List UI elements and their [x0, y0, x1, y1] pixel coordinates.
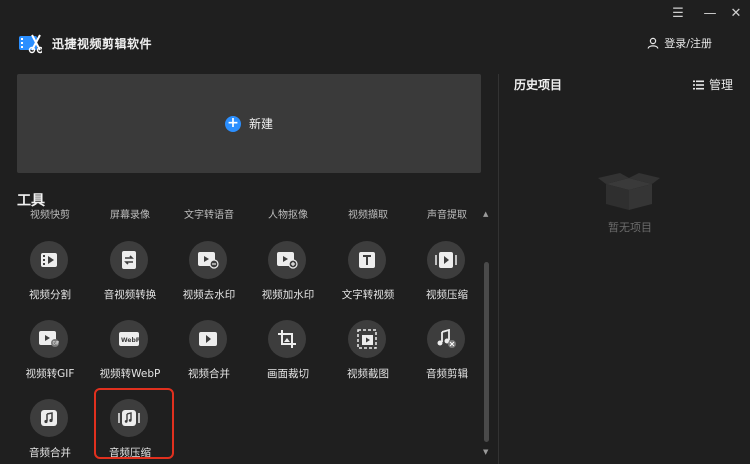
tool-label: 视频分割 — [29, 289, 71, 301]
scroll-up-icon[interactable]: ▲ — [483, 210, 488, 218]
tools-scrollbar[interactable]: ▲ ▼ — [483, 210, 491, 456]
tool-add-watermark[interactable]: 视频加水印 — [248, 241, 328, 321]
login-button[interactable]: 登录/注册 — [647, 35, 712, 51]
empty-text: 暂无项目 — [608, 221, 652, 234]
tool-audio-cut[interactable]: 音频剪辑 — [407, 320, 482, 400]
empty-box-icon — [598, 173, 660, 210]
tool-text-to-video[interactable]: 文字转视频 — [328, 241, 408, 321]
film-split-icon — [30, 241, 68, 279]
screenshot-icon — [348, 320, 386, 358]
title-bar: ☰ — ✕ 迅捷视频剪辑软件 登录/注册 — [0, 0, 750, 70]
tool-crop[interactable]: 画面裁切 — [248, 320, 328, 400]
tool-peek-label[interactable]: 视频擷取 — [328, 206, 408, 221]
tool-video-to-gif[interactable]: GIF 视频转GIF — [10, 320, 90, 400]
app-title: 迅捷视频剪辑软件 — [52, 37, 153, 51]
minimize-icon[interactable]: — — [700, 4, 720, 24]
add-watermark-icon — [268, 241, 306, 279]
app-logo-icon — [19, 34, 42, 54]
scroll-thumb[interactable] — [484, 262, 489, 442]
remove-watermark-icon — [189, 241, 227, 279]
crop-icon — [268, 320, 306, 358]
tool-peek-label[interactable]: 人物抠像 — [248, 206, 328, 221]
tool-audio-merge[interactable]: 音频合并 — [10, 399, 90, 464]
tool-label: 音频剪辑 — [426, 368, 468, 380]
new-project-button[interactable]: + 新建 — [17, 74, 481, 173]
login-label: 登录/注册 — [664, 37, 712, 50]
svg-text:WebP: WebP — [121, 337, 140, 344]
plus-icon: + — [224, 115, 241, 132]
manage-label: 管理 — [708, 78, 733, 92]
list-icon — [692, 80, 704, 89]
convert-icon — [110, 241, 148, 279]
tool-video-merge[interactable]: 视频合并 — [169, 320, 249, 400]
tool-remove-watermark[interactable]: 视频去水印 — [169, 241, 249, 321]
tool-peek-label[interactable]: 声音提取 — [407, 206, 482, 221]
tool-video-compress[interactable]: 视频压缩 — [407, 241, 482, 321]
close-icon[interactable]: ✕ — [726, 4, 746, 24]
user-icon — [647, 37, 659, 49]
tools-peek-row: 视频快剪 屏幕录像 文字转语音 人物抠像 视频擷取 声音提取 — [0, 206, 482, 221]
tools-grid: 视频快剪 屏幕录像 文字转语音 人物抠像 视频擷取 声音提取 视频分割 音视频转… — [0, 203, 482, 464]
scroll-down-icon[interactable]: ▼ — [483, 448, 488, 456]
gif-icon: GIF — [30, 320, 68, 358]
tool-peek-label[interactable]: 屏幕录像 — [90, 206, 170, 221]
webp-icon: WebP — [110, 320, 148, 358]
video-compress-icon — [427, 241, 465, 279]
tool-video-screenshot[interactable]: 视频截图 — [328, 320, 408, 400]
tool-label: 视频转GIF — [25, 368, 75, 380]
audio-merge-icon — [30, 399, 68, 437]
text-to-video-icon — [348, 241, 386, 279]
tool-label: 视频加水印 — [261, 289, 315, 301]
manage-button[interactable]: 管理 — [692, 76, 733, 93]
svg-text:GIF: GIF — [53, 341, 60, 346]
history-title: 历史项目 — [514, 78, 563, 92]
audio-cut-icon — [427, 320, 465, 358]
tool-av-convert[interactable]: 音视频转换 — [90, 241, 170, 321]
video-merge-icon — [189, 320, 227, 358]
tool-peek-label[interactable]: 视频快剪 — [10, 206, 90, 221]
panel-divider — [498, 74, 499, 464]
tool-peek-label[interactable]: 文字转语音 — [169, 206, 249, 221]
selection-highlight — [94, 388, 174, 459]
tool-video-split[interactable]: 视频分割 — [10, 241, 90, 321]
tool-label: 画面裁切 — [267, 368, 309, 380]
new-project-label: 新建 — [248, 117, 273, 131]
tool-label: 视频压缩 — [426, 289, 468, 301]
tool-label: 音频合并 — [29, 447, 71, 459]
hamburger-icon[interactable]: ☰ — [668, 4, 688, 24]
